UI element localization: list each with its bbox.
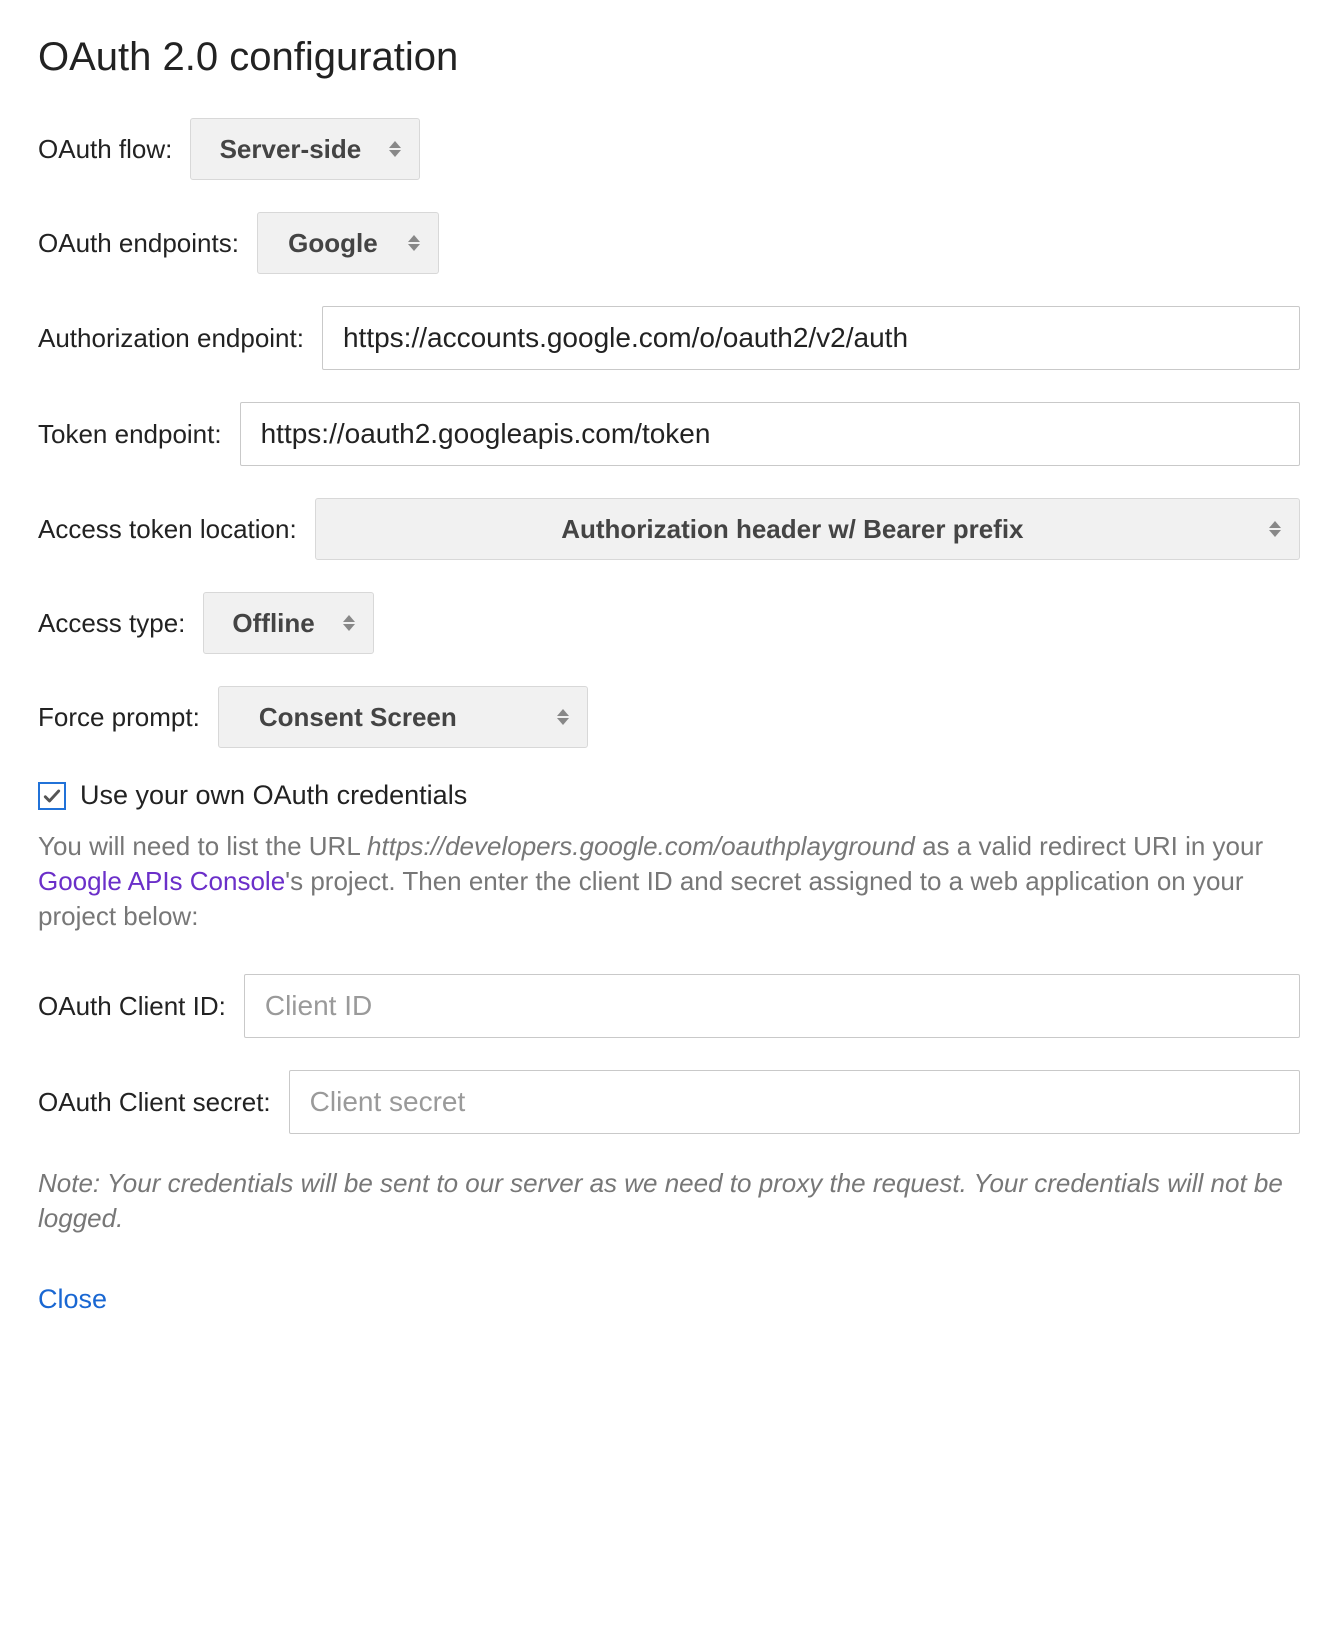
access-type-select[interactable]: Offline <box>203 592 373 654</box>
auth-endpoint-label: Authorization endpoint: <box>38 323 304 354</box>
oauth-endpoints-value: Google <box>288 228 378 259</box>
chevron-updown-icon <box>557 709 569 725</box>
token-location-value: Authorization header w/ Bearer prefix <box>561 514 1023 545</box>
use-own-credentials-label: Use your own OAuth credentials <box>80 780 467 811</box>
token-location-label: Access token location: <box>38 514 297 545</box>
auth-endpoint-input[interactable] <box>322 306 1300 370</box>
help-mid: as a valid redirect URI in your <box>915 831 1263 861</box>
page-title: OAuth 2.0 configuration <box>38 35 1300 80</box>
chevron-updown-icon <box>408 235 420 251</box>
force-prompt-select[interactable]: Consent Screen <box>218 686 588 748</box>
close-link[interactable]: Close <box>38 1284 107 1315</box>
oauth-flow-select[interactable]: Server-side <box>190 118 420 180</box>
check-icon <box>42 786 62 806</box>
force-prompt-label: Force prompt: <box>38 702 200 733</box>
help-url: https://developers.google.com/oauthplayg… <box>367 831 915 861</box>
oauth-flow-value: Server-side <box>220 134 362 165</box>
token-endpoint-input[interactable] <box>240 402 1300 466</box>
token-location-select[interactable]: Authorization header w/ Bearer prefix <box>315 498 1300 560</box>
chevron-updown-icon <box>343 615 355 631</box>
help-text: You will need to list the URL https://de… <box>38 829 1300 934</box>
force-prompt-value: Consent Screen <box>259 702 457 733</box>
client-secret-input[interactable] <box>289 1070 1300 1134</box>
chevron-updown-icon <box>389 141 401 157</box>
chevron-updown-icon <box>1269 521 1281 537</box>
access-type-label: Access type: <box>38 608 185 639</box>
help-prefix: You will need to list the URL <box>38 831 367 861</box>
client-id-label: OAuth Client ID: <box>38 991 226 1022</box>
client-secret-label: OAuth Client secret: <box>38 1087 271 1118</box>
use-own-credentials-checkbox[interactable] <box>38 782 66 810</box>
client-id-input[interactable] <box>244 974 1300 1038</box>
google-apis-console-link[interactable]: Google APIs Console <box>38 866 285 896</box>
note-text: Note: Your credentials will be sent to o… <box>38 1166 1300 1236</box>
oauth-endpoints-label: OAuth endpoints: <box>38 228 239 259</box>
oauth-flow-label: OAuth flow: <box>38 134 172 165</box>
access-type-value: Offline <box>232 608 314 639</box>
token-endpoint-label: Token endpoint: <box>38 419 222 450</box>
oauth-endpoints-select[interactable]: Google <box>257 212 439 274</box>
